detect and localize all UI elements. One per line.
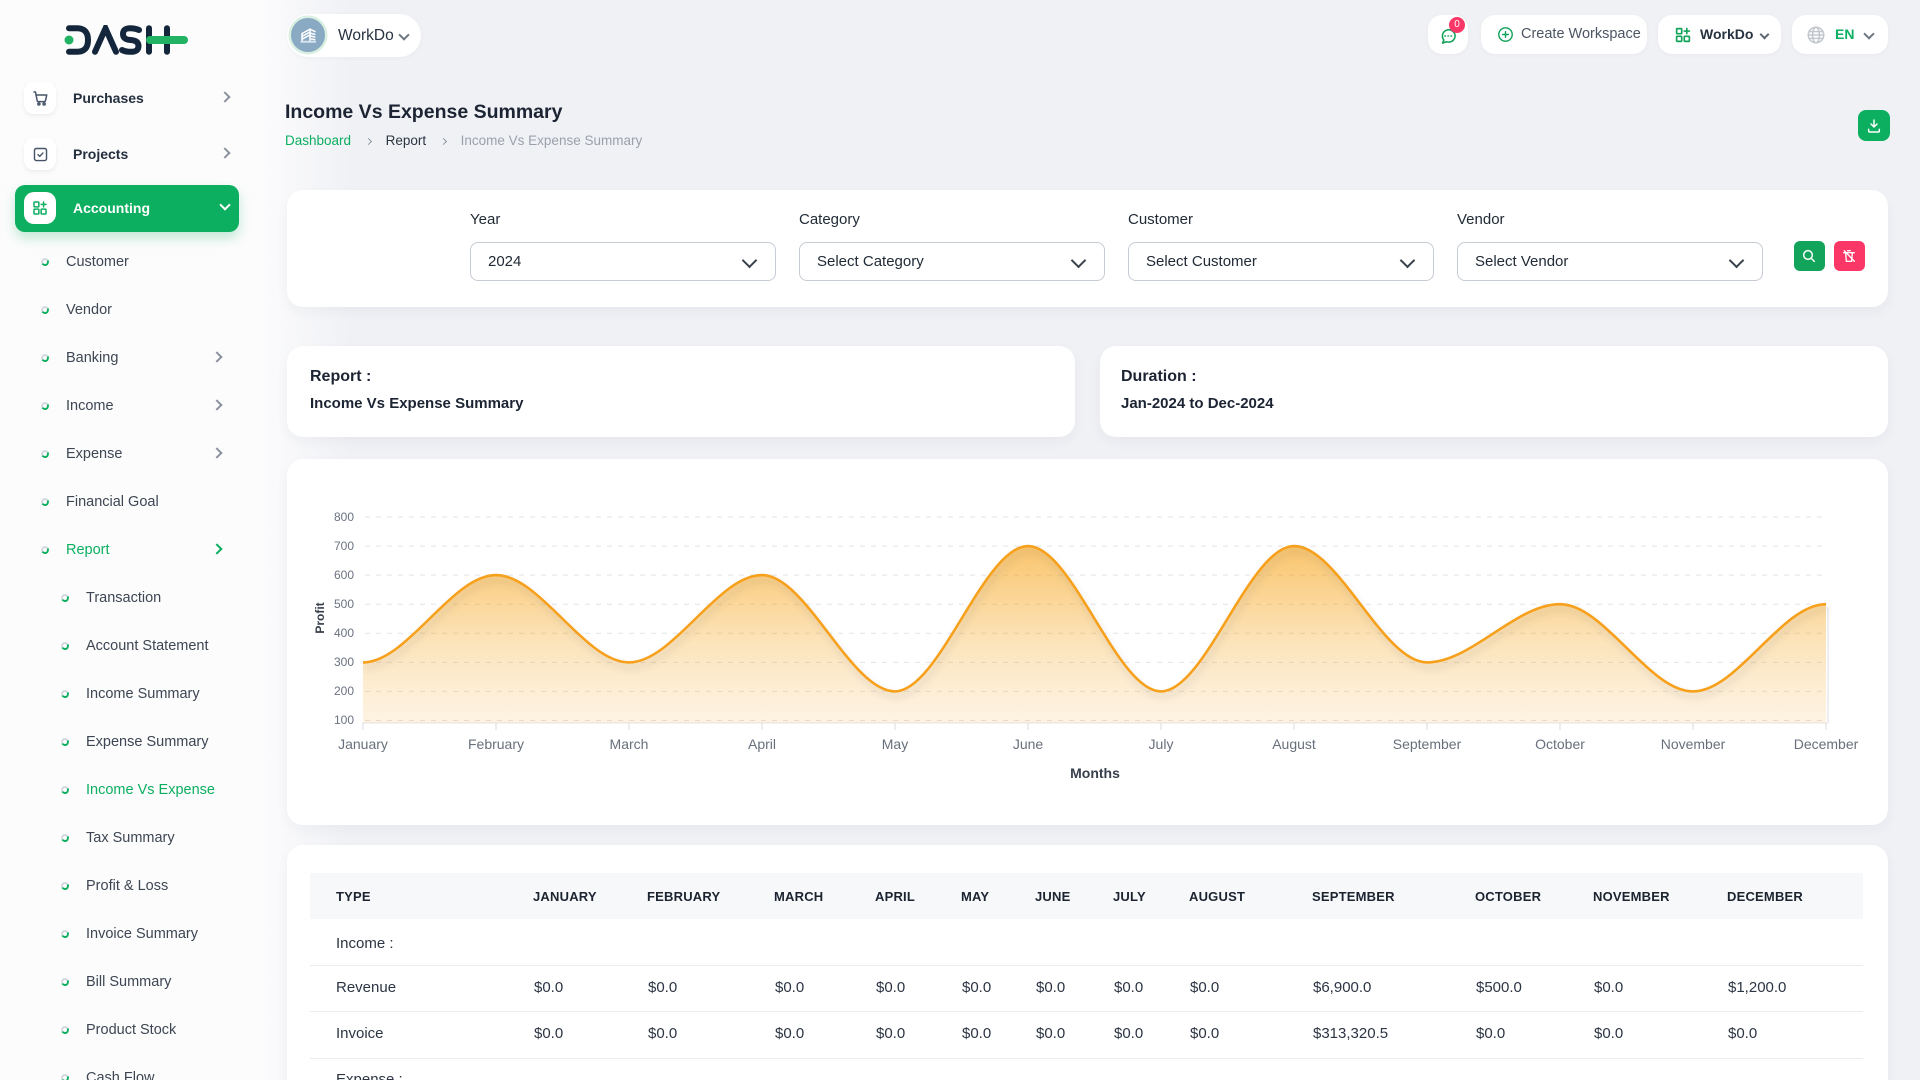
svg-text:March: March (610, 736, 649, 752)
svg-text:600: 600 (334, 568, 354, 582)
svg-text:200: 200 (334, 684, 354, 698)
svg-text:February: February (468, 736, 524, 752)
svg-text:500: 500 (334, 597, 354, 611)
svg-text:Months: Months (1070, 765, 1120, 781)
svg-text:800: 800 (334, 510, 354, 524)
svg-text:December: December (1794, 736, 1859, 752)
svg-text:August: August (1272, 736, 1316, 752)
svg-text:700: 700 (334, 539, 354, 553)
svg-text:September: September (1393, 736, 1462, 752)
svg-text:400: 400 (334, 626, 354, 640)
svg-text:May: May (882, 736, 908, 752)
svg-text:300: 300 (334, 655, 354, 669)
svg-text:100: 100 (334, 713, 354, 727)
svg-text:July: July (1149, 736, 1174, 752)
svg-text:October: October (1535, 736, 1585, 752)
svg-text:January: January (338, 736, 388, 752)
svg-text:April: April (748, 736, 776, 752)
svg-text:November: November (1661, 736, 1726, 752)
svg-text:Profit: Profit (313, 602, 327, 633)
svg-text:June: June (1013, 736, 1044, 752)
